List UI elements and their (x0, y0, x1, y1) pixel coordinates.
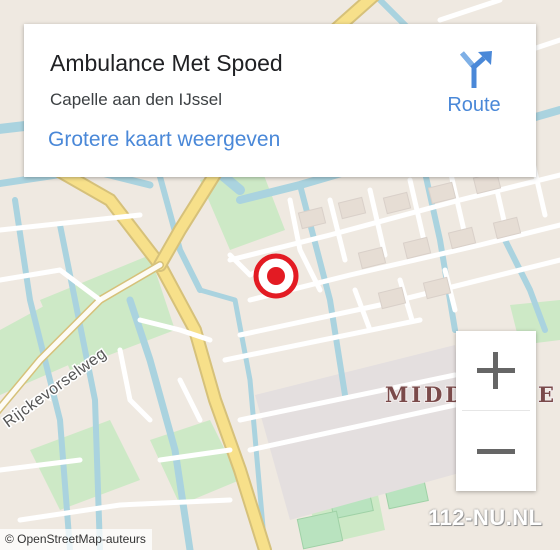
bigger-map-link[interactable]: Grotere kaart weergeven (48, 128, 280, 152)
plus-icon (477, 352, 515, 389)
watermark-logo: 112-NU.NL (428, 505, 543, 530)
zoom-control (456, 331, 536, 491)
route-label: Route (447, 94, 501, 116)
minus-icon (477, 449, 515, 454)
info-card: Ambulance Met Spoed Capelle aan den IJss… (24, 24, 536, 177)
location-target-icon[interactable] (253, 253, 299, 299)
zoom-in-button[interactable] (456, 331, 536, 410)
route-button[interactable]: Route (434, 50, 514, 122)
place-city: Capelle aan den IJssel (50, 90, 223, 109)
place-name: Ambulance Met Spoed (50, 50, 283, 76)
zoom-out-button[interactable] (456, 411, 536, 490)
district-label-tail: E (538, 382, 554, 407)
map-attribution[interactable]: © OpenStreetMap-auteurs (0, 529, 152, 550)
route-arrow-icon (460, 51, 492, 88)
district-label: MIDD (385, 382, 467, 407)
